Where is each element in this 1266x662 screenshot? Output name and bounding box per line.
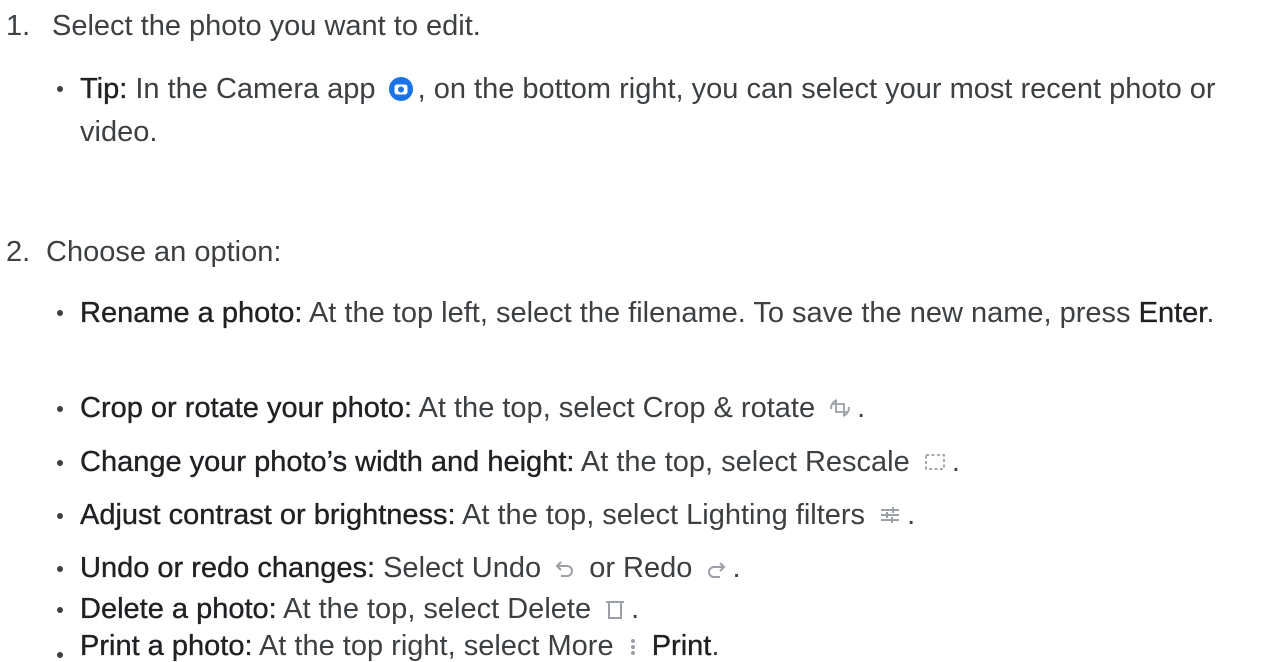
bullet-rescale: Change your photo’s width and height: At…	[57, 442, 1250, 482]
bullet-label: Crop or rotate your photo:	[80, 392, 413, 424]
crop-rotate-icon	[827, 395, 853, 421]
bullet-delete: Delete a photo: At the top, select Delet…	[57, 589, 1250, 629]
bullet-text: At the top right, select More	[258, 630, 614, 662]
step-2: 2. Choose an option:	[0, 232, 281, 272]
bullet-label: Adjust contrast or brightness:	[80, 499, 456, 531]
rescale-icon	[922, 449, 948, 475]
camera-app-icon	[388, 76, 414, 102]
bullet-text: At the top left, select the filename. To…	[308, 297, 1131, 329]
bullet-undo-redo: Undo or redo changes: Select Undo or Red…	[57, 548, 1250, 588]
bullet-text: In the Camera app	[135, 73, 376, 105]
bullet-label: Tip:	[80, 73, 128, 105]
step-text: Select the photo you want to edit.	[52, 10, 481, 42]
bullet-print: Print a photo: At the top right, select …	[57, 631, 1250, 661]
step-number: 2.	[6, 236, 31, 268]
print-label: Print	[651, 630, 712, 662]
bullet-text: At the top, select Crop & rotate	[418, 392, 816, 424]
delete-icon	[603, 596, 627, 622]
redo-icon	[704, 557, 728, 581]
bullet-crop-rotate: Crop or rotate your photo: At the top, s…	[57, 388, 1250, 428]
bullet-label: Print a photo:	[80, 630, 253, 662]
bullet-lighting: Adjust contrast or brightness: At the to…	[57, 495, 1250, 535]
step-number: 1.	[6, 10, 31, 42]
step-1: 1. Select the photo you want to edit.	[0, 6, 481, 46]
bullet-text-continued: or Redo	[589, 552, 693, 584]
bullet-text: At the top, select Delete	[283, 593, 592, 625]
bullet-label: Change your photo’s width and height:	[80, 446, 575, 478]
bullet-label: Undo or redo changes:	[80, 552, 376, 584]
more-vertical-icon	[626, 635, 640, 659]
tip-bullet: Tip: In the Camera app , on the bottom r…	[57, 68, 1250, 154]
bullet-text: Select Undo	[383, 552, 542, 584]
enter-key-label: Enter	[1138, 297, 1207, 329]
bullet-label: Delete a photo:	[80, 593, 277, 625]
bullet-rename: Rename a photo: At the top left, select …	[57, 292, 1250, 334]
step-text: Choose an option:	[46, 236, 282, 268]
lighting-filters-icon	[877, 502, 903, 528]
bullet-label: Rename a photo:	[80, 297, 303, 329]
bullet-text: At the top, select Rescale	[580, 446, 910, 478]
undo-icon	[553, 557, 577, 581]
help-article: 1. Select the photo you want to edit. Tip…	[0, 0, 1266, 661]
bullet-text: At the top, select Lighting filters	[462, 499, 866, 531]
